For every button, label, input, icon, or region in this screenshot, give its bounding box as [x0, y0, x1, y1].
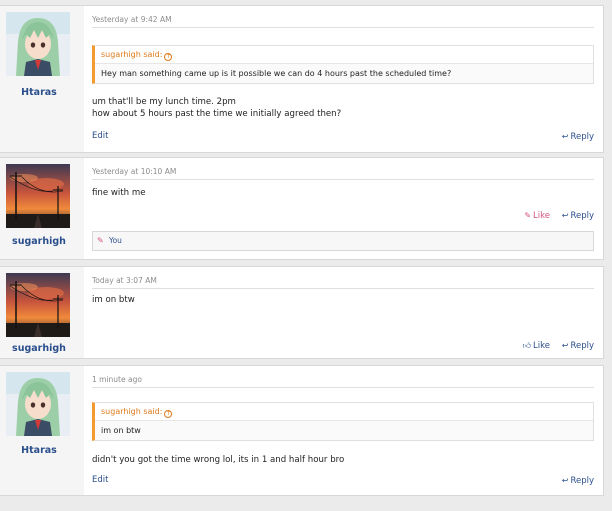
avatar[interactable] — [6, 164, 70, 228]
reply-icon: ↩ — [561, 211, 569, 220]
message-line: didn't you got the time wrong lol, its i… — [92, 455, 345, 465]
quote-text: Hey man something came up is it possible… — [101, 69, 452, 78]
reply-button[interactable]: ↩ Reply — [562, 475, 594, 487]
message-line: fine with me — [92, 188, 146, 198]
reply-button[interactable]: ↩ Reply — [562, 131, 594, 143]
post-3: sugarhigh Today at 3:07 AM im on btw 👍︎ L… — [0, 266, 604, 359]
edit-button[interactable]: Edit — [92, 131, 108, 142]
user-info: sugarhigh — [0, 267, 84, 358]
likes-summary: ✎ You — [92, 231, 594, 251]
quote-author[interactable]: sugarhigh said: — [101, 50, 162, 59]
username-link[interactable]: sugarhigh — [0, 343, 78, 354]
avatar[interactable] — [6, 12, 70, 76]
username-link[interactable]: Htaras — [0, 445, 78, 456]
post-2: sugarhigh Yesterday at 10:10 AM fine wit… — [0, 157, 604, 260]
quote-text: im on btw — [101, 426, 141, 435]
message-line: how about 5 hours past the time we initi… — [92, 109, 342, 119]
quote-block: sugarhigh said: ↑ im on btw — [92, 402, 594, 441]
user-info: Htaras — [0, 6, 84, 152]
avatar[interactable] — [6, 372, 70, 436]
quote-header[interactable]: sugarhigh said: ↑ — [95, 403, 593, 421]
reply-icon: ↩ — [561, 341, 569, 350]
user-info: Htaras — [0, 366, 84, 495]
post-content: Yesterday at 9:42 AM sugarhigh said: ↑ He… — [92, 6, 594, 152]
thumbs-up-icon: 👍︎ — [522, 341, 532, 350]
post-timestamp[interactable]: 1 minute ago — [92, 375, 594, 388]
post-4: Htaras 1 minute ago sugarhigh said: ↑ im … — [0, 365, 604, 496]
post-timestamp[interactable]: Yesterday at 9:42 AM — [92, 15, 594, 28]
arrow-up-icon[interactable]: ↑ — [164, 410, 173, 418]
post-content: 1 minute ago sugarhigh said: ↑ im on btw … — [92, 366, 594, 495]
arrow-up-icon[interactable]: ↑ — [164, 53, 173, 61]
quote-block: sugarhigh said: ↑ Hey man something came … — [92, 45, 594, 84]
quote-author[interactable]: sugarhigh said: — [101, 407, 162, 416]
user-info: sugarhigh — [0, 158, 84, 259]
post-content: Today at 3:07 AM im on btw 👍︎ Like ↩ Reply — [92, 267, 594, 358]
username-link[interactable]: sugarhigh — [0, 236, 78, 247]
username-link[interactable]: Htaras — [0, 87, 78, 98]
avatar[interactable] — [6, 273, 70, 337]
post-1: Htaras Yesterday at 9:42 AM sugarhigh sa… — [0, 5, 604, 153]
post-timestamp[interactable]: Yesterday at 10:10 AM — [92, 167, 594, 180]
quote-header[interactable]: sugarhigh said: ↑ — [95, 46, 593, 64]
reply-button[interactable]: ↩ Reply — [562, 210, 594, 222]
like-button[interactable]: ✎ Like — [524, 210, 550, 222]
reply-button[interactable]: ↩ Reply — [562, 340, 594, 352]
liked-icon: ✎ — [97, 236, 104, 245]
thumbs-up-icon: ✎ — [524, 211, 532, 220]
message-line: im on btw — [92, 295, 135, 305]
post-content: Yesterday at 10:10 AM fine with me ✎ Like… — [92, 158, 594, 259]
reply-icon: ↩ — [561, 132, 569, 141]
like-button[interactable]: 👍︎ Like — [523, 340, 550, 352]
post-timestamp[interactable]: Today at 3:07 AM — [92, 276, 594, 289]
edit-button[interactable]: Edit — [92, 475, 108, 486]
liked-by-link[interactable]: You — [109, 236, 122, 245]
reply-icon: ↩ — [561, 476, 569, 485]
